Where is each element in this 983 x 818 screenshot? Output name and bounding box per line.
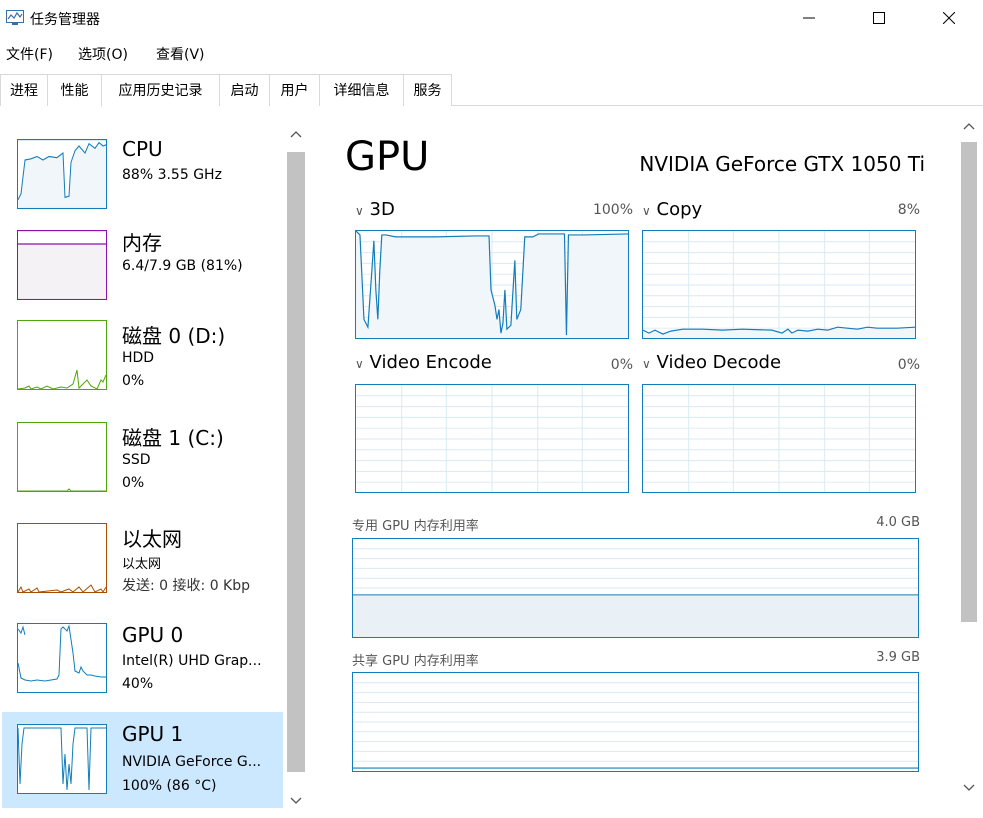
scroll-up-icon[interactable] <box>958 119 980 133</box>
cpu-thumbnail-graph <box>17 139 107 209</box>
engine-graph-3d <box>355 230 629 339</box>
sidebar-item-type: SSD <box>122 452 151 468</box>
engine-selector-video-encode[interactable]: ∨ Video Encode <box>355 352 492 373</box>
sidebar-item-usage: 100% (86 °C) <box>122 778 217 794</box>
engine-graph-copy <box>642 230 916 339</box>
sidebar-item-gpu-1[interactable]: GPU 1 NVIDIA GeForce G... 100% (86 °C) <box>2 712 283 808</box>
sidebar-item-name: CPU <box>122 137 163 161</box>
sidebar-item-memory[interactable]: 内存 6.4/7.9 GB (81%) <box>2 222 283 318</box>
tab-processes[interactable]: 进程 <box>0 74 48 106</box>
sidebar-item-adapter: Intel(R) UHD Grap... <box>122 653 262 669</box>
dedicated-memory-label: 专用 GPU 内存利用率 <box>352 519 479 534</box>
gpu-detail-panel: GPU NVIDIA GeForce GTX 1050 Ti ∨ 3D 100%… <box>320 107 960 818</box>
sidebar-item-name: GPU 1 <box>122 722 184 746</box>
sidebar-item-adapter: NVIDIA GeForce G... <box>122 754 262 770</box>
minimize-icon <box>803 17 815 19</box>
shared-memory-label: 共享 GPU 内存利用率 <box>352 654 479 669</box>
engine-label: 3D <box>369 199 395 220</box>
engine-label: Copy <box>656 199 703 220</box>
title-bar: 任务管理器 <box>0 0 983 36</box>
chevron-down-icon: ∨ <box>355 357 364 371</box>
sidebar-item-name: 磁盘 1 (C:) <box>122 426 224 450</box>
sidebar-item-usage: 0% <box>122 373 145 389</box>
engine-label: Video Decode <box>656 352 782 373</box>
sidebar-item-ethernet[interactable]: 以太网 以太网 发送: 0 接收: 0 Kbp <box>2 515 283 611</box>
engine-max-percent: 8% <box>897 202 920 218</box>
menu-view[interactable]: 查看(V) <box>156 44 205 64</box>
sidebar-item-name: GPU 0 <box>122 623 184 647</box>
engine-max-percent: 0% <box>897 357 920 373</box>
engine-selector-copy[interactable]: ∨ Copy <box>642 199 702 220</box>
scroll-down-icon[interactable] <box>287 794 305 808</box>
engine-label: Video Encode <box>369 352 492 373</box>
maximize-button[interactable] <box>856 0 902 36</box>
engine-selector-3d[interactable]: ∨ 3D <box>355 199 395 220</box>
gpu-1-thumbnail-graph <box>17 724 107 794</box>
main-scroll-thumb[interactable] <box>961 142 977 622</box>
sidebar-item-usage: 0% <box>122 475 145 491</box>
sidebar-item-detail: 88% 3.55 GHz <box>122 167 222 183</box>
close-button[interactable] <box>926 0 972 36</box>
sidebar-item-name: 磁盘 0 (D:) <box>122 324 226 348</box>
disk-1-thumbnail-graph <box>17 422 107 492</box>
scroll-down-icon[interactable] <box>958 781 980 795</box>
engine-max-percent: 0% <box>610 357 633 373</box>
gpu-0-thumbnail-graph <box>17 623 107 693</box>
sidebar-item-name: 以太网 <box>122 527 182 551</box>
dedicated-memory-graph <box>352 538 919 638</box>
page-title: GPU <box>345 134 430 180</box>
disk-0-thumbnail-graph <box>17 320 107 390</box>
minimize-button[interactable] <box>786 0 832 36</box>
tab-details[interactable]: 详细信息 <box>320 74 404 106</box>
sidebar-item-gpu-0[interactable]: GPU 0 Intel(R) UHD Grap... 40% <box>2 615 283 711</box>
chevron-down-icon: ∨ <box>642 204 651 218</box>
gpu-model-name: NVIDIA GeForce GTX 1050 Ti <box>639 152 925 176</box>
sidebar-scroll-thumb[interactable] <box>287 152 305 772</box>
task-manager-icon <box>6 10 24 25</box>
tab-users[interactable]: 用户 <box>270 74 320 106</box>
sidebar-item-cpu[interactable]: CPU 88% 3.55 GHz <box>2 127 283 223</box>
sidebar-item-type: HDD <box>122 350 155 366</box>
tab-bar: 进程 性能 应用历史记录 启动 用户 详细信息 服务 <box>0 74 983 107</box>
resource-sidebar: CPU 88% 3.55 GHz 内存 6.4/7.9 GB (81%) 磁盘 … <box>0 107 310 818</box>
ethernet-thumbnail-graph <box>17 523 107 593</box>
tab-services[interactable]: 服务 <box>404 74 452 106</box>
sidebar-item-name: 内存 <box>122 231 162 255</box>
engine-selector-video-decode[interactable]: ∨ Video Decode <box>642 352 781 373</box>
sidebar-scrollbar[interactable] <box>287 122 305 812</box>
sidebar-item-adapter: 以太网 <box>122 557 162 572</box>
memory-thumbnail-graph <box>17 230 107 300</box>
shared-memory-graph <box>352 672 919 772</box>
main-scrollbar[interactable] <box>958 107 980 818</box>
sidebar-item-disk-0[interactable]: 磁盘 0 (D:) HDD 0% <box>2 312 283 408</box>
window-title: 任务管理器 <box>30 12 100 28</box>
menu-options[interactable]: 选项(O) <box>78 44 128 64</box>
close-icon <box>943 12 955 24</box>
chevron-down-icon: ∨ <box>642 357 651 371</box>
scroll-up-icon[interactable] <box>287 127 305 141</box>
chevron-down-icon: ∨ <box>355 204 364 218</box>
shared-memory-max: 3.9 GB <box>876 650 920 665</box>
engine-graph-video-encode <box>355 384 629 493</box>
sidebar-item-detail: 6.4/7.9 GB (81%) <box>122 258 243 274</box>
engine-graph-video-decode <box>642 384 916 493</box>
sidebar-item-disk-1[interactable]: 磁盘 1 (C:) SSD 0% <box>2 414 283 510</box>
tab-app-history[interactable]: 应用历史记录 <box>102 74 220 106</box>
engine-max-percent: 100% <box>592 202 633 218</box>
dedicated-memory-max: 4.0 GB <box>876 515 920 530</box>
sidebar-item-usage: 40% <box>122 676 154 692</box>
tab-performance[interactable]: 性能 <box>48 74 102 107</box>
maximize-icon <box>873 12 885 24</box>
tab-startup[interactable]: 启动 <box>220 74 270 106</box>
menu-file[interactable]: 文件(F) <box>6 44 53 64</box>
sidebar-item-throughput: 发送: 0 接收: 0 Kbp <box>122 578 251 594</box>
